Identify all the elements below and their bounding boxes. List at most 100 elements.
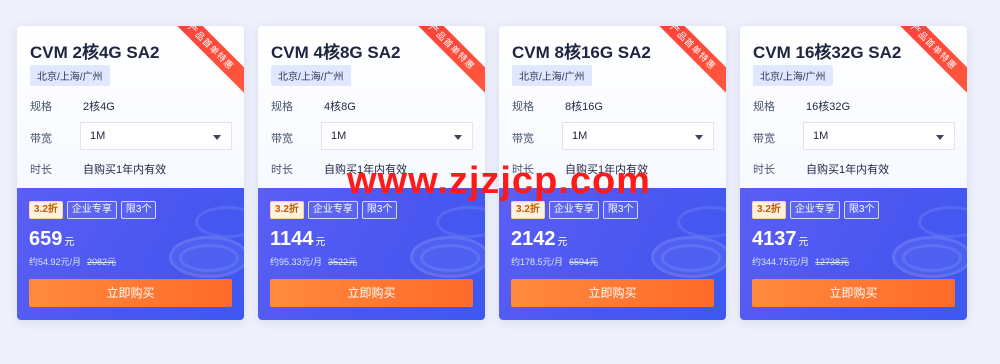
duration-value: 自购买1年内有效 [83,164,167,176]
product-title: CVM 2核4G SA2 [30,43,160,62]
region-badge: 北京/上海/广州 [512,65,592,86]
promo-ribbon: 产品首单特惠 [415,26,485,96]
coin-decoration [902,244,962,272]
buy-now-button[interactable]: 立即购买 [511,279,714,307]
tag-list: 3.2折 企业专享 限3个 [511,201,639,219]
enterprise-tag: 企业专享 [307,201,358,219]
region-badge: 北京/上海/广州 [30,65,110,86]
discount-tag: 3.2折 [752,201,786,219]
bandwidth-label: 带宽 [512,133,534,145]
duration-label: 时长 [753,164,775,176]
price-panel: 3.2折 企业专享 限3个 2142 元 约178.5元/月 6594元 立即购买 [499,188,726,320]
promo-ribbon: 产品首单特惠 [897,26,967,96]
duration-label: 时长 [30,164,52,176]
bandwidth-selected: 1M [813,130,829,142]
promo-ribbon-label: 产品首单特惠 [897,26,967,96]
original-price: 6594元 [569,257,599,267]
promo-ribbon-label: 产品首单特惠 [415,26,485,96]
limit-tag: 限3个 [120,201,157,219]
discount-tag: 3.2折 [29,201,63,219]
price: 659 元 [29,228,74,251]
promo-ribbon-label: 产品首单特惠 [174,26,244,96]
monthly-price: 约54.92元/月 [29,257,82,267]
spec-label: 规格 [753,101,775,113]
bandwidth-select[interactable]: 1M [562,122,714,150]
region-badge: 北京/上海/广州 [271,65,351,86]
buy-now-button[interactable]: 立即购买 [29,279,232,307]
limit-tag: 限3个 [361,201,398,219]
discount-tag: 3.2折 [270,201,304,219]
product-card: 产品首单特惠 CVM 16核32G SA2 北京/上海/广州 规格 16核32G… [740,26,967,320]
monthly-price: 约344.75元/月 [752,257,810,267]
spec-label: 规格 [512,101,534,113]
spec-label: 规格 [271,101,293,113]
coin-decoration [420,244,480,272]
price-value: 2142 [511,228,556,250]
price-unit: 元 [798,237,809,248]
spec-value: 8核16G [565,101,603,113]
coin-decoration [677,206,726,238]
coin-decoration [179,244,239,272]
chevron-down-icon [213,135,221,140]
coin-decoration [661,244,721,272]
chevron-down-icon [695,135,703,140]
buy-now-button[interactable]: 立即购买 [270,279,473,307]
price: 2142 元 [511,228,568,251]
tag-list: 3.2折 企业专享 限3个 [752,201,880,219]
price-detail: 约178.5元/月 6594元 [511,255,598,268]
original-price: 2082元 [87,257,117,267]
bandwidth-label: 带宽 [753,133,775,145]
promo-ribbon: 产品首单特惠 [174,26,244,96]
price-panel: 3.2折 企业专享 限3个 659 元 约54.92元/月 2082元 立即购买 [17,188,244,320]
promo-ribbon-label: 产品首单特惠 [656,26,726,96]
chevron-down-icon [936,135,944,140]
price-value: 4137 [752,228,797,250]
bandwidth-select[interactable]: 1M [80,122,232,150]
bandwidth-selected: 1M [572,130,588,142]
price-panel: 3.2折 企业专享 限3个 4137 元 约344.75元/月 12738元 立即购… [740,188,967,320]
duration-value: 自购买1年内有效 [806,164,890,176]
price-panel: 3.2折 企业专享 限3个 1144 元 约95.33元/月 3522元 立即购买 [258,188,485,320]
region-badge: 北京/上海/广州 [753,65,833,86]
spec-label: 规格 [30,101,52,113]
product-title: CVM 4核8G SA2 [271,43,401,62]
price-detail: 约95.33元/月 3522元 [270,255,357,268]
price: 1144 元 [270,228,325,251]
monthly-price: 约178.5元/月 [511,257,564,267]
spec-value: 2核4G [83,101,115,113]
coin-decoration [195,206,244,238]
tag-list: 3.2折 企业专享 限3个 [29,201,157,219]
discount-tag: 3.2折 [511,201,545,219]
enterprise-tag: 企业专享 [548,201,599,219]
limit-tag: 限3个 [843,201,880,219]
site-watermark: www.zjzjcp.com [347,160,651,202]
coin-decoration [436,206,485,238]
price-value: 659 [29,228,63,250]
price: 4137 元 [752,228,809,251]
tag-list: 3.2折 企业专享 限3个 [270,201,398,219]
chevron-down-icon [454,135,462,140]
bandwidth-select[interactable]: 1M [321,122,473,150]
product-card: 产品首单特惠 CVM 2核4G SA2 北京/上海/广州 规格 2核4G 带宽 … [17,26,244,320]
price-unit: 元 [557,237,568,248]
monthly-price: 约95.33元/月 [270,257,323,267]
enterprise-tag: 企业专享 [789,201,840,219]
duration-label: 时长 [271,164,293,176]
bandwidth-selected: 1M [331,130,347,142]
price-detail: 约54.92元/月 2082元 [29,255,116,268]
promo-ribbon: 产品首单特惠 [656,26,726,96]
price-detail: 约344.75元/月 12738元 [752,255,849,268]
coin-decoration [918,206,967,238]
original-price: 12738元 [815,257,850,267]
product-title: CVM 16核32G SA2 [753,43,902,62]
price-unit: 元 [64,237,75,248]
spec-value: 16核32G [806,101,851,113]
enterprise-tag: 企业专享 [66,201,117,219]
price-unit: 元 [315,237,326,248]
spec-value: 4核8G [324,101,356,113]
price-value: 1144 [270,228,314,250]
bandwidth-select[interactable]: 1M [803,122,955,150]
original-price: 3522元 [328,257,358,267]
buy-now-button[interactable]: 立即购买 [752,279,955,307]
limit-tag: 限3个 [602,201,639,219]
